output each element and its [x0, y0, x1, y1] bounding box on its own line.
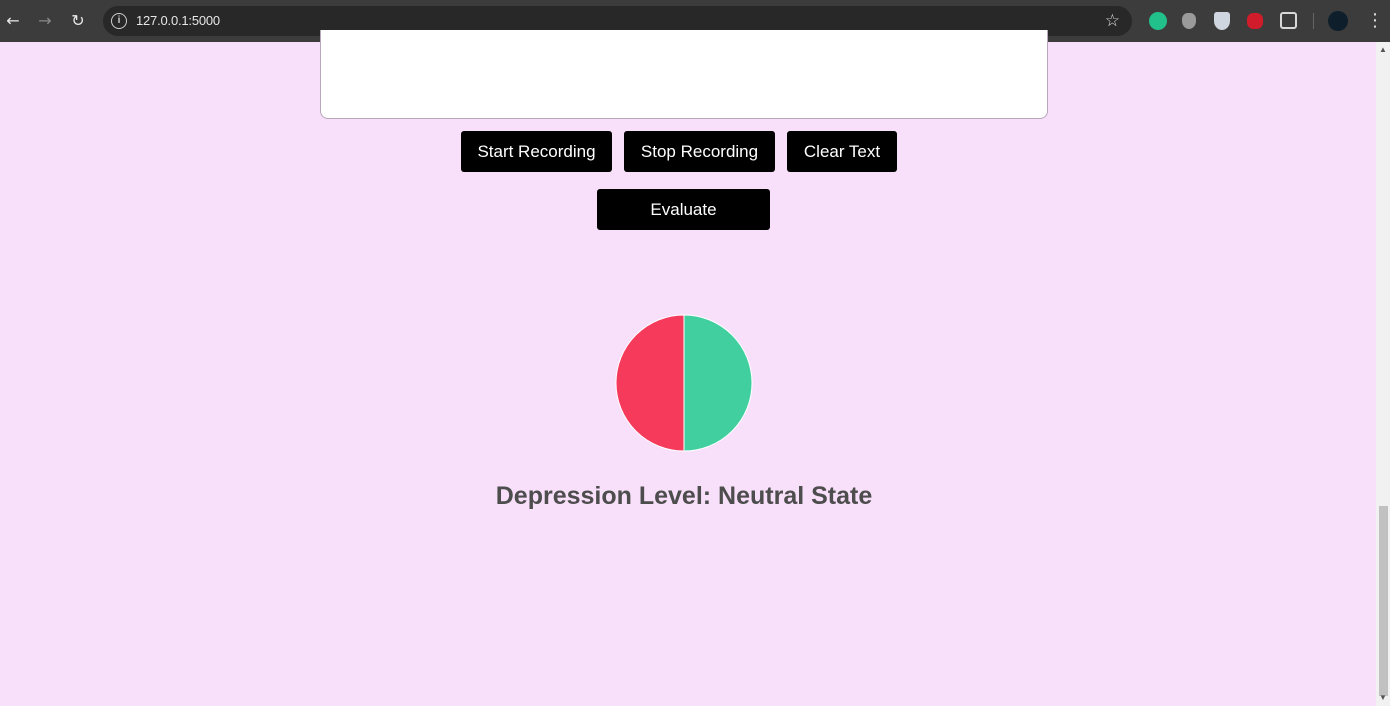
page-scrollbar[interactable]: ▲ ▼	[1376, 42, 1390, 706]
profile-avatar[interactable]	[1328, 11, 1348, 31]
site-info-icon[interactable]: i	[111, 13, 127, 29]
scroll-down-arrow-icon[interactable]: ▼	[1379, 694, 1387, 702]
extension-shield-icon[interactable]	[1214, 12, 1230, 30]
depression-level-result: Depression Level: Neutral State	[495, 482, 873, 510]
pie-slice-2	[615, 314, 685, 452]
scroll-thumb[interactable]	[1379, 506, 1388, 696]
scroll-up-arrow-icon[interactable]: ▲	[1379, 46, 1387, 54]
toolbar-divider	[1313, 13, 1314, 29]
reload-icon[interactable]: ↻	[67, 10, 89, 32]
speech-text-area[interactable]	[320, 30, 1048, 119]
pie-slice-1	[683, 314, 753, 452]
back-arrow-icon[interactable]: ←	[2, 10, 24, 32]
extension-grammarly-icon[interactable]	[1149, 12, 1167, 30]
extensions-puzzle-icon[interactable]	[1280, 12, 1297, 29]
stop-recording-button[interactable]: Stop Recording	[624, 131, 775, 172]
address-url[interactable]: 127.0.0.1:5000	[136, 13, 220, 28]
start-recording-button[interactable]: Start Recording	[461, 131, 612, 172]
evaluate-button[interactable]: Evaluate	[597, 189, 770, 230]
result-pie-chart	[615, 314, 753, 452]
bookmark-star-icon[interactable]: ☆	[1105, 11, 1120, 31]
extension-ublock-icon[interactable]	[1247, 13, 1263, 29]
clear-text-button[interactable]: Clear Text	[787, 131, 897, 172]
forward-arrow-icon[interactable]: →	[34, 10, 56, 32]
extension-icon[interactable]	[1182, 13, 1196, 29]
menu-kebab-icon[interactable]: ⋮	[1366, 10, 1384, 32]
